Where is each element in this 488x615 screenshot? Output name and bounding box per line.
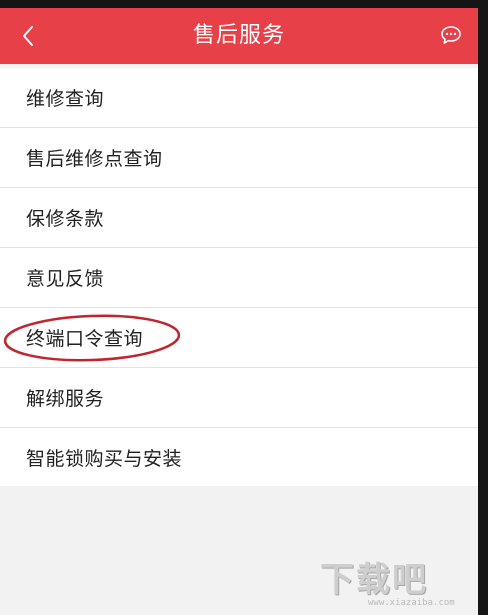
menu-item-label: 意见反馈 (26, 268, 105, 290)
menu-item-unbind-service[interactable]: 解绑服务 (0, 368, 478, 428)
status-bar (0, 0, 478, 8)
menu-item-label: 保修条款 (26, 208, 105, 230)
page-title: 售后服务 (192, 23, 285, 48)
right-edge-bar (478, 0, 488, 615)
watermark: 下载吧 www.xiazaiba.com (320, 563, 470, 609)
menu-item-smart-lock-purchase[interactable]: 智能锁购买与安装 (0, 428, 478, 486)
watermark-url: www.xiazaiba.com (368, 598, 455, 608)
menu-item-label: 解绑服务 (26, 388, 105, 410)
menu-item-label: 智能锁购买与安装 (26, 447, 183, 470)
menu-item-label: 维修查询 (26, 88, 105, 110)
service-menu: 维修查询 售后维修点查询 保修条款 意见反馈 终端口令查询 解绑服务 智能锁购买… (0, 68, 478, 486)
menu-item-terminal-password-query[interactable]: 终端口令查询 (0, 308, 478, 368)
menu-item-service-center-query[interactable]: 售后维修点查询 (0, 128, 478, 188)
watermark-logo: 下载吧 (320, 560, 428, 600)
chevron-left-icon (23, 26, 33, 46)
menu-item-label: 售后维修点查询 (26, 148, 163, 170)
menu-item-repair-query[interactable]: 维修查询 (0, 68, 478, 128)
nav-bar: 售后服务 (0, 8, 478, 64)
menu-item-label: 终端口令查询 (26, 328, 144, 350)
menu-item-warranty-terms[interactable]: 保修条款 (0, 188, 478, 248)
back-button[interactable] (14, 20, 42, 52)
message-button[interactable] (438, 22, 464, 48)
menu-item-feedback[interactable]: 意见反馈 (0, 248, 478, 308)
app-screen: 售后服务 维修查询 售后维修点查询 保修条款 意见反馈 终端口令查询 解绑服务 (0, 0, 478, 615)
chat-bubble-icon (441, 26, 461, 44)
